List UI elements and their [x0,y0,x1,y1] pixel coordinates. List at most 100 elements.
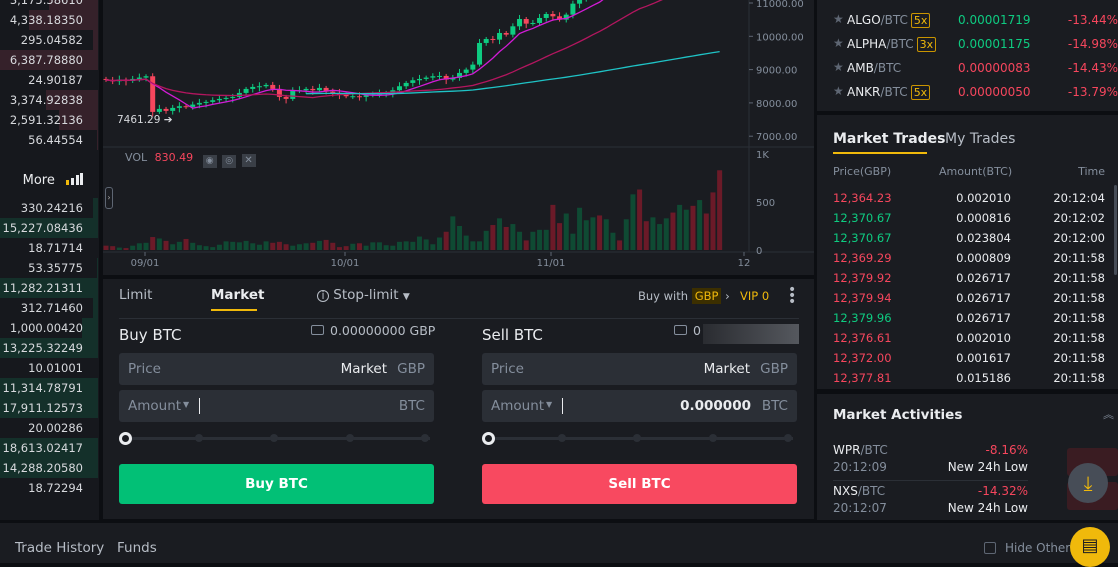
collapse-icon[interactable]: ︽ [1103,406,1114,422]
volume-tick-label: 500 [756,198,775,209]
hide-other-pairs-checkbox[interactable] [984,542,996,554]
candle [243,88,249,93]
order-book-row[interactable]: 18,613.02417 [0,438,98,458]
star-icon[interactable]: ★ [833,36,844,50]
market-row[interactable]: ★ ALPHA/BTC 3x 0.00001175 -14.98% [833,36,1118,60]
buy-with[interactable]: Buy with GBP › [638,288,730,304]
candle [203,101,209,103]
sell-balance: 0 [674,323,701,338]
scrollbar[interactable] [1114,185,1117,275]
price-chart[interactable]: 11000.00 10000.00 9000.00 8000.00 7000.00 1K 5… [103,0,814,275]
amount-label[interactable]: Amount [128,398,181,414]
slider-step[interactable] [708,434,717,442]
eye-icon[interactable]: ◉ [202,155,217,168]
market-row[interactable]: ★ AMB/BTC 0.00000083 -14.43% [833,60,1118,84]
candle [223,97,229,99]
order-book-row[interactable]: 14,288.20580 [0,458,98,478]
slider-step[interactable] [345,434,354,442]
active-tab-underline [833,152,927,154]
slider-step[interactable] [633,434,641,442]
order-book-row[interactable]: 17,911.12573 [0,398,98,418]
sell-amount-input[interactable]: Amount ▼ 0.000000 BTC [482,390,797,422]
redacted-balance [703,324,799,344]
close-icon[interactable]: ✕ [241,154,256,167]
order-book-row[interactable]: 3,374.92838 [0,90,98,110]
buy-button[interactable]: Buy BTC [119,464,434,504]
star-icon[interactable]: ★ [833,12,844,26]
order-book-row[interactable]: 6,387.78880 [0,50,98,70]
star-icon[interactable]: ★ [833,84,844,98]
activity-row[interactable]: NXS/BTC 20:12:07 -14.32% New 24h Low [833,484,1028,522]
tab-my-trades[interactable]: My Trades [945,131,1015,147]
buy-amount-input[interactable]: Amount ▼ BTC [119,390,434,422]
pair-change: -13.44% [1067,13,1118,27]
settings-icon[interactable]: ◎ [222,155,237,168]
order-amount: 3,175.58610 [9,0,83,7]
order-book-row[interactable]: 11,282.21311 [0,278,98,298]
candlestick-chart[interactable]: 11000.00 10000.00 9000.00 8000.00 7000.00 1K 5… [103,0,814,275]
order-book-row[interactable]: 56.44554 [0,130,98,150]
trade-row: 12,379.94 0.026717 20:11:58 [833,291,1105,311]
price-tick-label: 10000.00 [756,32,804,43]
candle [416,78,422,81]
more-options-icon[interactable]: • • • [788,283,796,309]
amount-label[interactable]: Amount [491,398,544,414]
order-amount: 1,000.00420 [9,321,83,335]
order-book-row[interactable]: 1,000.00420 [0,318,98,338]
order-book-row[interactable]: 330.24216 [0,198,98,218]
order-book-row[interactable]: 10.01001 [0,358,98,378]
star-icon[interactable]: ★ [833,60,844,74]
market-list: ★ ALGO/BTC 5x 0.00001719 -13.44% ★ ALPHA/BTC 3x… [817,0,1118,111]
sell-button[interactable]: Sell BTC [482,464,797,504]
ma99-line [306,50,720,95]
volume-bar [236,242,242,250]
order-book-row[interactable]: 13,225.32249 [0,338,98,358]
volume-bar [383,245,389,250]
slider-step[interactable] [194,434,203,442]
buy-price-input[interactable]: Price Market GBP [119,353,434,385]
chat-icon[interactable]: ▤ [1070,527,1110,567]
tab-market-trades[interactable]: Market Trades [833,131,946,147]
order-amount: 330.24216 [20,201,83,215]
order-book-row[interactable]: 3,175.58610 [0,0,98,10]
slider-step[interactable] [270,434,278,442]
order-book-row[interactable]: 18.71714 [0,238,98,258]
market-row[interactable]: ★ ALGO/BTC 5x 0.00001719 -13.44% [833,12,1118,36]
tab-limit[interactable]: Limit [119,287,152,303]
order-book-row[interactable]: 15,227.08436 [0,218,98,238]
collapse-handle[interactable]: › [105,187,113,209]
sell-percent-slider[interactable] [482,432,797,445]
trade-amount: 0.002010 [956,191,1011,205]
vip-level[interactable]: VIP 0 [740,289,769,303]
buy-percent-slider[interactable] [119,432,434,445]
order-book-row[interactable]: 24.90187 [0,70,98,90]
order-book-row[interactable]: 53.35775 [0,258,98,278]
volume-bar [203,246,209,250]
activity-row[interactable]: WPR/BTC 20:12:09 -8.16% New 24h Low [833,443,1028,481]
tab-funds[interactable]: Funds [117,540,157,556]
text-cursor [199,398,200,414]
candle [530,22,536,24]
order-book-row[interactable]: 20.00286 [0,418,98,438]
slider-step[interactable] [421,434,429,442]
download-icon[interactable]: ⤓ [1068,463,1108,503]
pair-price: 0.00001175 [958,37,1031,51]
order-book-row[interactable]: 2,591.32136 [0,110,98,130]
market-row[interactable]: ★ ANKR/BTC 5x 0.00000050 -13.79% [833,84,1118,108]
order-book-row[interactable]: 312.71460 [0,298,98,318]
slider-handle[interactable] [119,432,132,445]
order-amount: 18,613.02417 [2,441,83,455]
tab-trade-history[interactable]: Trade History [15,540,104,556]
slider-handle[interactable] [482,432,495,445]
order-book-row[interactable]: 11,314.78791 [0,378,98,398]
order-book-more[interactable]: More [0,173,98,193]
slider-step[interactable] [784,434,792,442]
volume-bar [210,247,216,250]
tab-stop-limit[interactable]: i Stop-limit ▼ [317,287,410,303]
tab-market[interactable]: Market [211,287,264,303]
order-book-row[interactable]: 18.72294 [0,478,98,498]
order-book-row[interactable]: 4,338.18350 [0,10,98,30]
slider-step[interactable] [557,434,566,442]
order-book-row[interactable]: 295.04582 [0,30,98,50]
sell-price-input[interactable]: Price Market GBP [482,353,797,385]
